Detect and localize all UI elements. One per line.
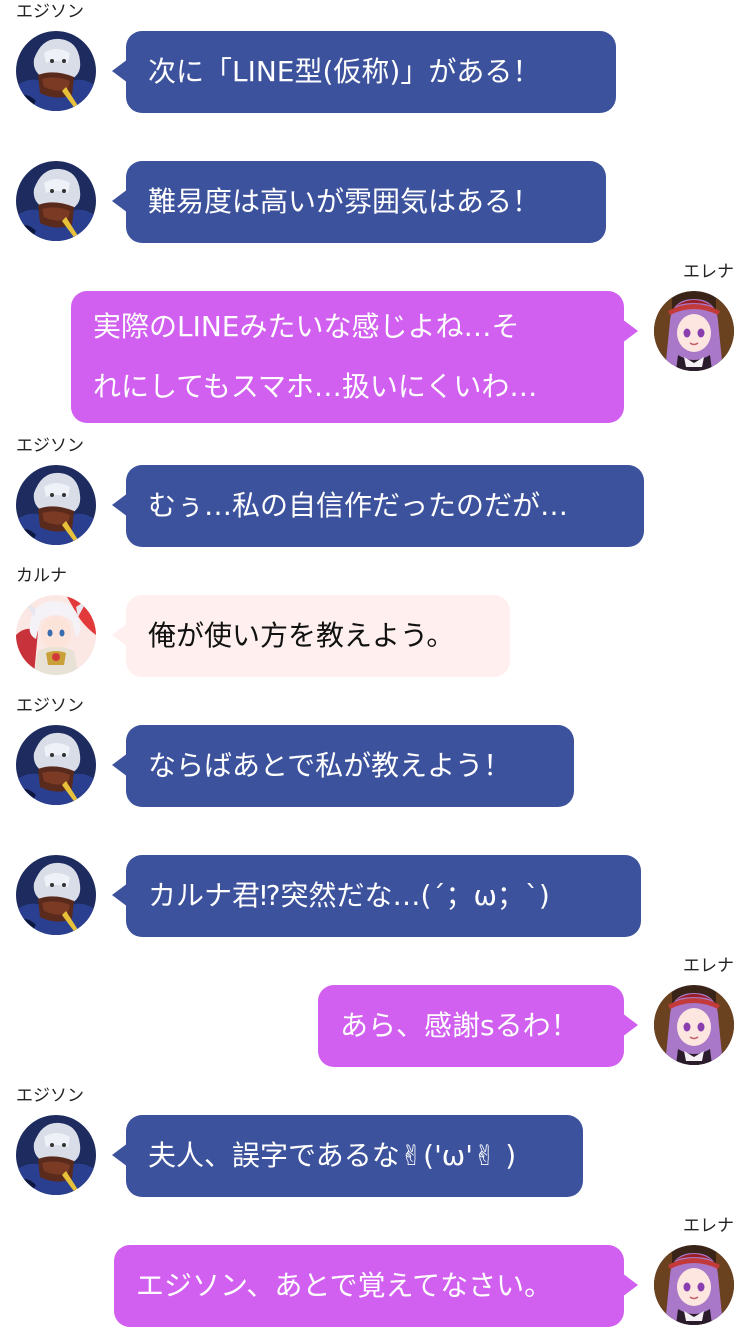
message-row-edison: 難易度は高いが雰囲気はある！ xyxy=(0,130,750,243)
message-text-line: れにしてもスマホ…扱いにくいわ… xyxy=(93,370,538,403)
white-hair-avatar-icon[interactable] xyxy=(16,595,96,675)
sender-name: エジソン xyxy=(16,2,84,22)
sender-name: エレナ xyxy=(683,1216,734,1236)
sender-name: カルナ xyxy=(16,566,67,586)
message-bubble[interactable]: 難易度は高いが雰囲気はある！ xyxy=(112,161,606,243)
girl-avatar-icon[interactable] xyxy=(654,291,734,371)
message-bubble[interactable]: あら、感謝sるわ！ xyxy=(318,985,638,1067)
message-row-edison: エジソン次に「LINE型(仮称)」がある！ xyxy=(0,0,750,113)
message-bubble[interactable]: 俺が使い方を教えよう。 xyxy=(112,595,510,677)
lion-avatar-icon[interactable] xyxy=(16,31,96,111)
girl-avatar-icon[interactable] xyxy=(654,985,734,1065)
sender-name: エジソン xyxy=(16,436,84,456)
lion-avatar-icon[interactable] xyxy=(16,1115,96,1195)
message-text-line: 夫人、誤字であるな✌('ω'✌ ) xyxy=(148,1139,517,1172)
message-bubble[interactable]: ならばあとで私が教えよう！ xyxy=(112,725,574,807)
message-bubble[interactable]: むぅ…私の自信作だったのだが… xyxy=(112,465,644,547)
lion-avatar-icon[interactable] xyxy=(16,725,96,805)
message-text-line: ならばあとで私が教えよう！ xyxy=(148,749,512,782)
girl-avatar-icon[interactable] xyxy=(654,1245,734,1325)
message-row-edison: カルナ君⁉突然だな…(´；ω；`) xyxy=(0,824,750,937)
message-row-elena: エレナ実際のLINEみたいな感じよね…そ れにしてもスマホ…扱いにくいわ… xyxy=(0,260,750,423)
chat-thread: エジソン 次に「LINE型(仮称)」がある！ 難易度は高いが雰囲気はある！ エレナ 実際… xyxy=(0,0,750,1334)
message-bubble[interactable]: 実際のLINEみたいな感じよね…そ れにしてもスマホ…扱いにくいわ… xyxy=(71,291,638,423)
message-text-line: カルナ君⁉突然だな…(´；ω；`) xyxy=(148,879,550,912)
sender-name: エレナ xyxy=(683,956,734,976)
message-bubble[interactable]: 次に「LINE型(仮称)」がある！ xyxy=(112,31,616,113)
message-row-elena: エレナあら、感謝sるわ！ xyxy=(0,954,750,1067)
message-text-line: あら、感謝sるわ！ xyxy=(340,1009,579,1042)
lion-avatar-icon[interactable] xyxy=(16,161,96,241)
message-text-line: 次に「LINE型(仮称)」がある！ xyxy=(148,55,541,88)
message-row-karna: カルナ俺が使い方を教えよう。 xyxy=(0,564,750,677)
message-text-line: エジソン、あとで覚えてなさい。 xyxy=(136,1269,553,1302)
message-row-edison: エジソン夫人、誤字であるな✌('ω'✌ ) xyxy=(0,1084,750,1197)
lion-avatar-icon[interactable] xyxy=(16,465,96,545)
message-text-line: 俺が使い方を教えよう。 xyxy=(148,619,455,652)
message-text-line: 難易度は高いが雰囲気はある！ xyxy=(148,185,541,218)
sender-name: エジソン xyxy=(16,1086,84,1106)
message-text-line: むぅ…私の自信作だったのだが… xyxy=(148,489,569,522)
sender-name: エジソン xyxy=(16,696,84,716)
message-bubble[interactable]: カルナ君⁉突然だな…(´；ω；`) xyxy=(112,855,641,937)
message-row-edison: エジソンむぅ…私の自信作だったのだが… xyxy=(0,434,750,547)
message-bubble[interactable]: 夫人、誤字であるな✌('ω'✌ ) xyxy=(112,1115,583,1197)
message-bubble[interactable]: エジソン、あとで覚えてなさい。 xyxy=(114,1245,638,1327)
message-row-edison: エジソンならばあとで私が教えよう！ xyxy=(0,694,750,807)
message-row-elena: エレナエジソン、あとで覚えてなさい。 xyxy=(0,1214,750,1327)
sender-name: エレナ xyxy=(683,262,734,282)
lion-avatar-icon[interactable] xyxy=(16,855,96,935)
message-text-line: 実際のLINEみたいな感じよね…そ xyxy=(93,310,520,343)
